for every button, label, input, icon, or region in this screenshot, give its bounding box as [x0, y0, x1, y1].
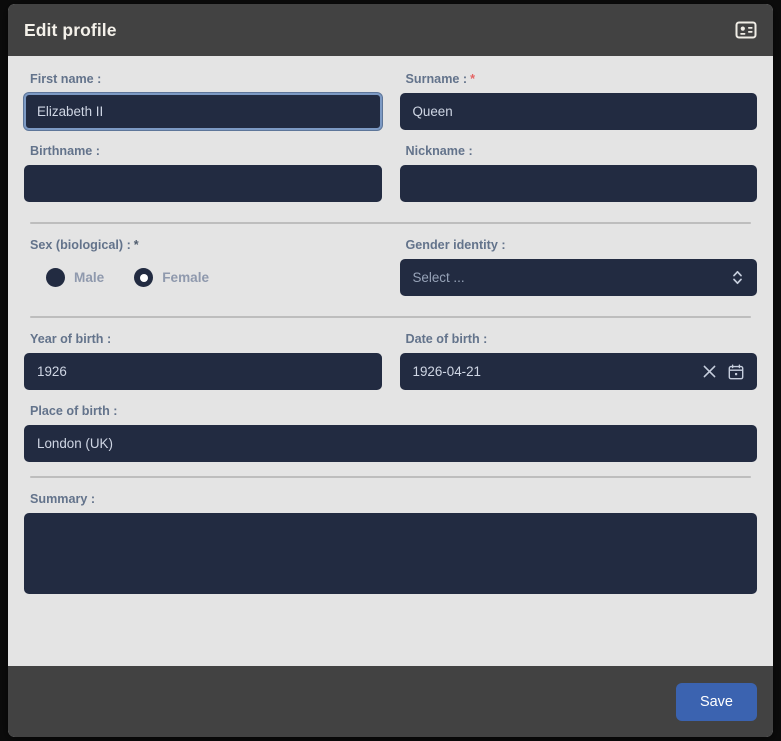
dialog-header: Edit profile — [8, 4, 773, 56]
page-title: Edit profile — [24, 20, 117, 41]
date-of-birth-input[interactable]: 1926-04-21 — [400, 353, 758, 390]
place-of-birth-input[interactable]: London (UK) — [24, 425, 757, 462]
field-sex: Sex (biological) :* Male Female — [24, 238, 382, 310]
form-row-sex-gender: Sex (biological) :* Male Female — [24, 238, 757, 310]
nickname-input[interactable] — [400, 165, 758, 202]
form-row-names: First name : Elizabeth II Surname :* Que… — [24, 72, 757, 144]
gender-identity-select[interactable]: Select ... — [400, 259, 758, 296]
field-year-of-birth: Year of birth : 1926 — [24, 332, 382, 404]
field-first-name: First name : Elizabeth II — [24, 72, 382, 144]
gender-identity-value: Select ... — [413, 270, 465, 285]
field-gender-identity: Gender identity : Select ... — [400, 238, 758, 310]
nickname-label: Nickname : — [406, 144, 758, 158]
divider-summary — [30, 476, 751, 478]
radio-icon-male — [46, 268, 65, 287]
radio-label-male: Male — [74, 270, 104, 285]
edit-profile-dialog: Edit profile First name : Elizabeth II — [8, 4, 773, 737]
sex-radio-group: Male Female — [24, 259, 382, 296]
field-surname: Surname :* Queen — [400, 72, 758, 144]
id-card-icon[interactable] — [733, 17, 759, 43]
place-of-birth-label: Place of birth : — [30, 404, 757, 418]
surname-label: Surname :* — [406, 72, 758, 86]
save-button[interactable]: Save — [676, 683, 757, 721]
form-row-birth: Year of birth : 1926 Date of birth : 192… — [24, 332, 757, 404]
radio-label-female: Female — [162, 270, 209, 285]
field-date-of-birth: Date of birth : 1926-04-21 — [400, 332, 758, 404]
sex-required-marker: * — [134, 238, 139, 252]
close-icon[interactable] — [702, 364, 717, 379]
first-name-label: First name : — [30, 72, 382, 86]
surname-input[interactable]: Queen — [400, 93, 758, 130]
year-of-birth-input[interactable]: 1926 — [24, 353, 382, 390]
field-place-of-birth: Place of birth : London (UK) — [24, 404, 757, 462]
first-name-input[interactable]: Elizabeth II — [24, 93, 382, 130]
summary-label: Summary : — [30, 492, 757, 506]
surname-required-marker: * — [470, 72, 475, 86]
summary-textarea[interactable] — [24, 513, 757, 594]
birthname-label: Birthname : — [30, 144, 382, 158]
date-of-birth-value: 1926-04-21 — [413, 364, 482, 379]
divider-identity — [30, 222, 751, 224]
radio-option-male[interactable]: Male — [46, 268, 104, 287]
gender-identity-label: Gender identity : — [406, 238, 758, 252]
radio-icon-female — [134, 268, 153, 287]
divider-birth — [30, 316, 751, 318]
sex-label-text: Sex (biological) : — [30, 238, 131, 252]
dialog-footer: Save — [8, 666, 773, 737]
field-birthname: Birthname : — [24, 144, 382, 216]
calendar-icon[interactable] — [728, 364, 744, 380]
sex-label: Sex (biological) :* — [30, 238, 382, 252]
date-of-birth-label: Date of birth : — [406, 332, 758, 346]
radio-option-female[interactable]: Female — [134, 268, 209, 287]
year-of-birth-label: Year of birth : — [30, 332, 382, 346]
field-nickname: Nickname : — [400, 144, 758, 216]
form-row-alt-names: Birthname : Nickname : — [24, 144, 757, 216]
field-summary: Summary : — [24, 492, 757, 594]
dialog-body: First name : Elizabeth II Surname :* Que… — [8, 56, 773, 666]
birthname-input[interactable] — [24, 165, 382, 202]
surname-label-text: Surname : — [406, 72, 468, 86]
chevron-up-down-icon[interactable] — [731, 269, 744, 286]
